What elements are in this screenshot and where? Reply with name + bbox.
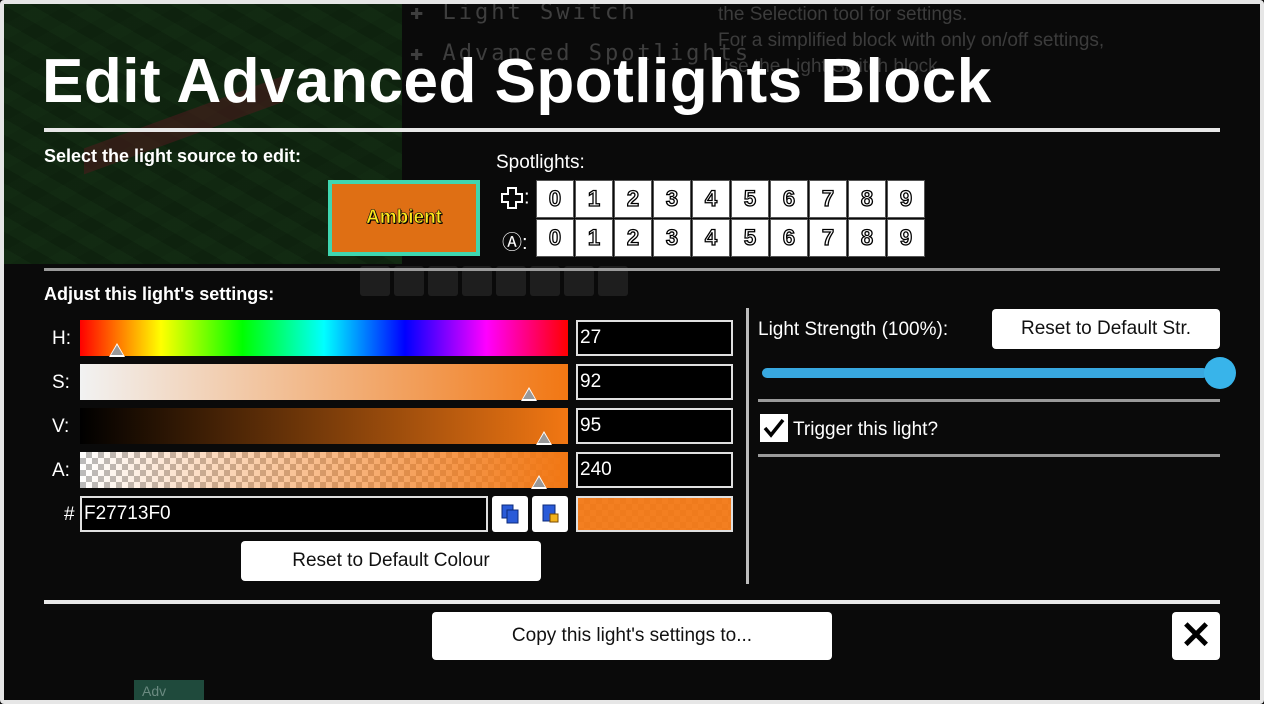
section-divider [44, 268, 1220, 271]
saturation-slider[interactable] [80, 364, 568, 401]
spotlight-button[interactable]: 4 [692, 219, 730, 257]
colour-preview-swatch [576, 496, 733, 532]
value-slider-handle[interactable] [535, 431, 552, 445]
value-label: V: [52, 416, 70, 437]
trigger-light-checkbox[interactable] [760, 414, 788, 442]
reset-strength-button[interactable]: Reset to Default Str. [992, 309, 1220, 349]
spotlight-button[interactable]: 5 [731, 180, 769, 218]
block-list-item: Light Switch [442, 0, 638, 25]
alpha-input[interactable] [576, 452, 733, 488]
alpha-label: A: [52, 460, 70, 481]
saturation-label: S: [52, 372, 70, 393]
right-divider [758, 454, 1220, 457]
spotlight-button[interactable]: 6 [770, 219, 808, 257]
a-button-row-label: Ⓐ: [502, 232, 528, 254]
spotlight-button[interactable]: 2 [614, 180, 652, 218]
help-line: the Selection tool for settings. [718, 4, 968, 25]
hue-slider[interactable] [80, 320, 568, 357]
copy-colour-button[interactable] [492, 496, 528, 532]
spotlight-button[interactable]: 8 [848, 219, 886, 257]
hex-prefix: # [64, 504, 75, 525]
spotlight-button[interactable]: 1 [575, 180, 613, 218]
saturation-slider-handle[interactable] [520, 387, 537, 401]
spotlight-button[interactable]: 3 [653, 219, 691, 257]
copy-settings-button[interactable]: Copy this light's settings to... [432, 612, 832, 660]
spotlight-button[interactable]: 0 [536, 180, 574, 218]
hue-label: H: [52, 328, 71, 349]
select-source-label: Select the light source to edit: [44, 146, 302, 166]
spotlight-button[interactable]: 9 [887, 219, 925, 257]
background-tag: Adv [134, 680, 204, 704]
light-strength-label: Light Strength (100%): [758, 319, 949, 340]
paste-colour-button[interactable] [532, 496, 568, 532]
spotlight-button[interactable]: 1 [575, 219, 613, 257]
spotlight-button[interactable]: 3 [653, 180, 691, 218]
saturation-input[interactable] [576, 364, 733, 400]
checkmark-icon [763, 418, 785, 438]
column-divider [746, 308, 749, 584]
dpad-row-label: : [500, 186, 530, 210]
alpha-slider[interactable] [80, 452, 568, 489]
title-divider [44, 128, 1220, 132]
spotlight-button[interactable]: 9 [887, 180, 925, 218]
light-strength-handle[interactable] [1204, 357, 1236, 389]
dpad-spotlight-row: 0 1 2 3 4 5 6 7 8 9 [536, 180, 926, 218]
hex-colour-input[interactable] [80, 496, 488, 532]
adjust-settings-label: Adjust this light's settings: [44, 284, 275, 304]
ambient-label: Ambient [366, 207, 443, 229]
trigger-light-label: Trigger this light? [793, 419, 939, 440]
dpad-icon [501, 187, 523, 209]
value-slider[interactable] [80, 408, 568, 445]
spotlight-button[interactable]: 0 [536, 219, 574, 257]
spotlight-button[interactable]: 7 [809, 219, 847, 257]
spotlight-button[interactable]: 4 [692, 180, 730, 218]
right-divider [758, 399, 1220, 402]
light-strength-slider[interactable] [762, 368, 1208, 378]
close-icon: ✕ [1180, 615, 1212, 657]
spotlight-button[interactable]: 6 [770, 180, 808, 218]
button-a-icon: Ⓐ [502, 232, 522, 254]
spotlight-button[interactable]: 7 [809, 180, 847, 218]
value-input[interactable] [576, 408, 733, 444]
hue-slider-handle[interactable] [108, 343, 125, 357]
ambient-light-button[interactable]: Ambient [328, 180, 480, 256]
hue-input[interactable] [576, 320, 733, 356]
dialog-title: Edit Advanced Spotlights Block [42, 47, 992, 116]
spotlight-button[interactable]: 8 [848, 180, 886, 218]
footer-divider [44, 600, 1220, 604]
alpha-slider-handle[interactable] [530, 475, 547, 489]
spotlights-label: Spotlights: [496, 152, 585, 173]
reset-colour-button[interactable]: Reset to Default Colour [241, 541, 541, 581]
copy-icon [501, 504, 519, 524]
spotlight-button[interactable]: 5 [731, 219, 769, 257]
paste-icon [542, 504, 559, 523]
spotlight-button[interactable]: 2 [614, 219, 652, 257]
a-button-spotlight-row: 0 1 2 3 4 5 6 7 8 9 [536, 219, 926, 257]
close-button[interactable]: ✕ [1172, 612, 1220, 660]
